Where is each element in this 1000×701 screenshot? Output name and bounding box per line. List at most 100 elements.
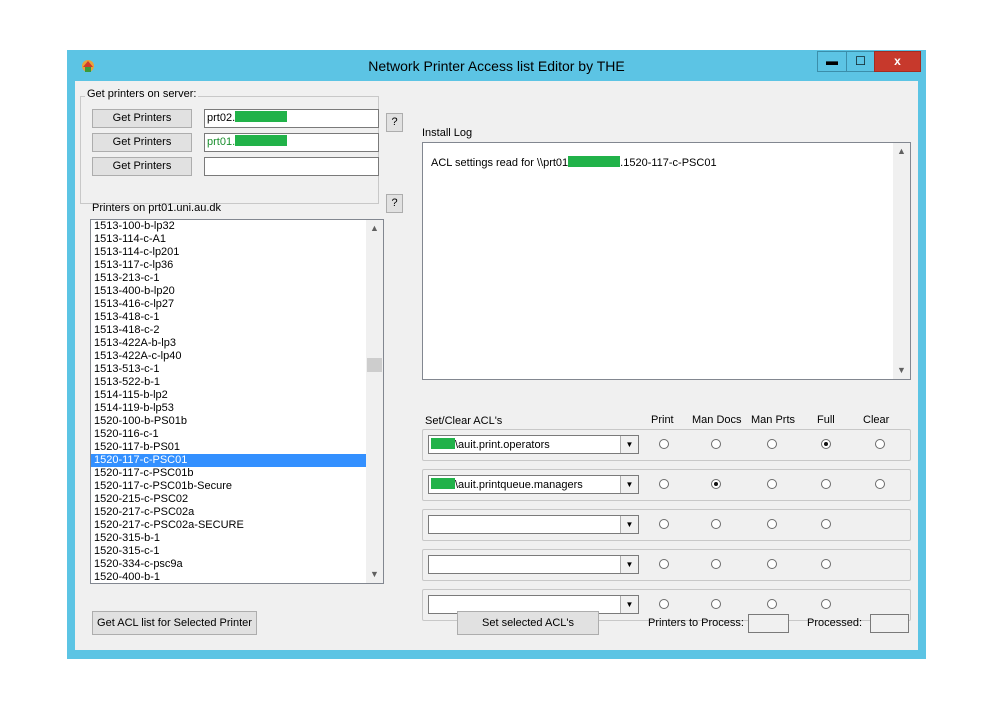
printer-list-scrollbar[interactable]: ▲ ▼	[366, 220, 383, 583]
install-log-textbox[interactable]: ACL settings read for \\prt01 .1520-117-c…	[422, 142, 911, 380]
chevron-down-icon[interactable]: ▼	[620, 436, 638, 453]
acl-radio-print[interactable]	[659, 599, 669, 609]
close-button[interactable]: x	[874, 51, 921, 72]
acl-group-dropdown[interactable]: \auit.print.operators ▼	[428, 435, 639, 454]
get-printers-button-1[interactable]: Get Printers	[92, 109, 192, 128]
printer-list-item[interactable]: 1513-422A-b-lp3	[91, 337, 383, 350]
acl-radio-man-prts[interactable]	[767, 479, 777, 489]
server-input-3[interactable]	[204, 157, 379, 176]
get-printers-button-3[interactable]: Get Printers	[92, 157, 192, 176]
acl-radio-man-docs[interactable]	[711, 559, 721, 569]
printer-list-item[interactable]: 1520-315-c-1	[91, 545, 383, 558]
scroll-down-arrow-icon[interactable]: ▼	[366, 566, 383, 583]
printer-list-item[interactable]: 1520-117-b-PS01	[91, 441, 383, 454]
printer-list-item[interactable]: 1520-117-c-PSC01	[91, 454, 383, 467]
set-selected-acls-button[interactable]: Set selected ACL's	[457, 611, 599, 635]
printers-to-process-value	[748, 614, 789, 633]
install-log-scrollbar[interactable]: ▲ ▼	[893, 143, 910, 379]
server-input-1[interactable]: prt02.	[204, 109, 379, 128]
printer-list-item[interactable]: 1513-416-c-lp27	[91, 298, 383, 311]
acl-radio-full[interactable]	[821, 519, 831, 529]
chevron-down-icon[interactable]: ▼	[620, 556, 638, 573]
maximize-button[interactable]: ☐	[846, 51, 875, 72]
acl-radio-print[interactable]	[659, 439, 669, 449]
acl-radio-man-docs[interactable]	[711, 439, 721, 449]
install-log-line: ACL settings read for \\prt01 .1520-117-c…	[431, 156, 717, 169]
acl-group-dropdown[interactable]: ▼	[428, 515, 639, 534]
acl-radio-man-prts[interactable]	[767, 519, 777, 529]
chevron-down-icon[interactable]: ▼	[620, 516, 638, 533]
scroll-up-arrow-icon[interactable]: ▲	[893, 143, 910, 160]
get-acl-list-button[interactable]: Get ACL list for Selected Printer	[92, 611, 257, 635]
printer-list-item[interactable]: 1520-315-b-1	[91, 532, 383, 545]
printer-list-item[interactable]: 1513-117-c-lp36	[91, 259, 383, 272]
acl-group-dropdown[interactable]: ▼	[428, 555, 639, 574]
acl-row: ▼	[422, 549, 911, 581]
acl-radio-man-prts[interactable]	[767, 439, 777, 449]
acl-radio-clear[interactable]	[875, 479, 885, 489]
acl-radio-print[interactable]	[659, 559, 669, 569]
acl-row: \auit.printqueue.managers ▼	[422, 469, 911, 501]
acl-radio-man-prts[interactable]	[767, 559, 777, 569]
printer-list[interactable]: 1513-100-b-lp32 1513-114-c-A1 1513-114-c-l…	[90, 219, 384, 584]
printer-list-item[interactable]: 1513-422A-c-lp40	[91, 350, 383, 363]
acl-radio-man-docs[interactable]	[711, 479, 721, 489]
server-input-2-value: prt01.	[207, 136, 236, 148]
acl-radio-man-prts[interactable]	[767, 599, 777, 609]
printer-list-item[interactable]: 1513-513-c-1	[91, 363, 383, 376]
get-printers-button-2[interactable]: Get Printers	[92, 133, 192, 152]
printers-help-button[interactable]: ?	[386, 194, 403, 213]
acl-column-man-prts: Man Prts	[751, 414, 796, 426]
redaction-mask	[235, 111, 288, 122]
acl-radio-full[interactable]	[821, 599, 831, 609]
acl-radio-full[interactable]	[821, 479, 831, 489]
printer-list-item[interactable]: 1513-114-c-A1	[91, 233, 383, 246]
acl-group-value: \auit.printqueue.managers	[431, 478, 583, 492]
scroll-thumb[interactable]	[367, 358, 382, 372]
chevron-down-icon[interactable]: ▼	[620, 476, 638, 493]
printer-list-item[interactable]: 1520-215-c-PSC02	[91, 493, 383, 506]
acl-radio-print[interactable]	[659, 479, 669, 489]
printer-list-item[interactable]: 1513-522-b-1	[91, 376, 383, 389]
chevron-down-icon[interactable]: ▼	[620, 596, 638, 613]
printer-list-item[interactable]: 1513-400-b-lp20	[91, 285, 383, 298]
scroll-down-arrow-icon[interactable]: ▼	[893, 362, 910, 379]
printer-list-item[interactable]: 1513-114-c-lp201	[91, 246, 383, 259]
install-log-label: Install Log	[422, 127, 473, 139]
printer-list-item[interactable]: 1513-100-b-lp32	[91, 220, 383, 233]
printer-list-item[interactable]: 1520-117-c-PSC01b	[91, 467, 383, 480]
acl-radio-full[interactable]	[821, 559, 831, 569]
printer-list-item[interactable]: 1520-400-b-1	[91, 571, 383, 583]
processed-label: Processed:	[807, 617, 863, 629]
redaction-mask	[568, 156, 621, 167]
scroll-up-arrow-icon[interactable]: ▲	[366, 220, 383, 237]
printer-list-item[interactable]: 1514-115-b-lp2	[91, 389, 383, 402]
printer-list-item[interactable]: 1520-116-c-1	[91, 428, 383, 441]
acl-group-dropdown[interactable]: \auit.printqueue.managers ▼	[428, 475, 639, 494]
acl-radio-man-docs[interactable]	[711, 519, 721, 529]
acl-radio-man-docs[interactable]	[711, 599, 721, 609]
acl-column-full: Full	[817, 414, 835, 426]
acl-row: \auit.print.operators ▼	[422, 429, 911, 461]
printer-items: 1513-100-b-lp32 1513-114-c-A1 1513-114-c-l…	[91, 220, 383, 583]
printer-list-item[interactable]: 1513-418-c-2	[91, 324, 383, 337]
printer-list-item[interactable]: 1520-100-b-PS01b	[91, 415, 383, 428]
printer-list-item[interactable]: 1513-213-c-1	[91, 272, 383, 285]
printer-list-item[interactable]: 1513-418-c-1	[91, 311, 383, 324]
server-help-button[interactable]: ?	[386, 113, 403, 132]
printer-list-item[interactable]: 1520-117-c-PSC01b-Secure	[91, 480, 383, 493]
printer-list-item[interactable]: 1514-119-b-lp53	[91, 402, 383, 415]
acl-radio-print[interactable]	[659, 519, 669, 529]
acl-column-print: Print	[651, 414, 674, 426]
printer-list-item[interactable]: 1520-217-c-PSC02a	[91, 506, 383, 519]
title-bar[interactable]: Network Printer Access list Editor by TH…	[67, 50, 926, 81]
acl-radio-full[interactable]	[821, 439, 831, 449]
minimize-button[interactable]: ▬	[817, 51, 847, 72]
printer-list-item[interactable]: 1520-334-c-psc9a	[91, 558, 383, 571]
printer-list-item[interactable]: 1520-217-c-PSC02a-SECURE	[91, 519, 383, 532]
server-input-2[interactable]: prt01.	[204, 133, 379, 152]
client-area: Get printers on server: Get Printers prt…	[75, 81, 918, 650]
acl-group-value: \auit.print.operators	[431, 438, 550, 452]
acl-radio-clear[interactable]	[875, 439, 885, 449]
printers-list-label: Printers on prt01.uni.au.dk	[92, 202, 222, 214]
